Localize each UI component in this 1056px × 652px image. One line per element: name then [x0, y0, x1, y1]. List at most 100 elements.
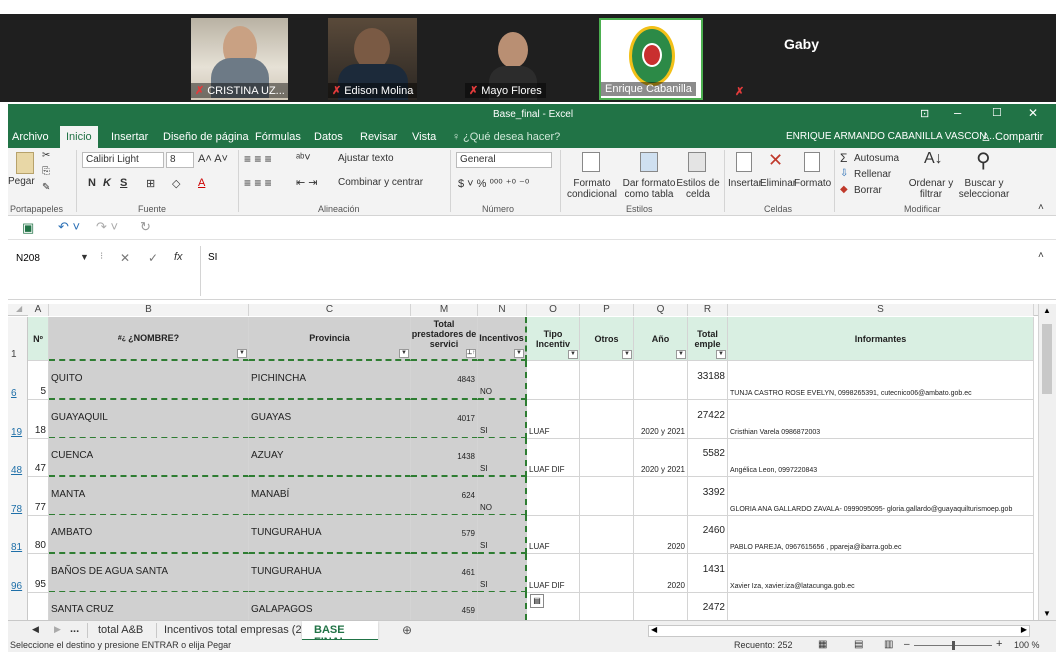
borders-icon[interactable]: ⊞: [146, 177, 155, 190]
worksheet-grid[interactable]: ◢ A B C M N O P Q R S 1 Nº #¿ ¿NOMBRE? ▼ P…: [8, 304, 1056, 620]
table-cell[interactable]: LUAF DIF: [527, 438, 580, 477]
paste-options-icon[interactable]: ▤: [530, 594, 544, 608]
header-cell-nombre[interactable]: #¿ ¿NOMBRE? ▼: [49, 317, 249, 361]
ribbon-display-icon[interactable]: ⊡: [920, 107, 929, 120]
table-cell[interactable]: PICHINCHA: [249, 361, 411, 400]
tab-archivo[interactable]: Archivo: [12, 131, 49, 143]
sort-filter-button[interactable]: Ordenar y filtrar: [906, 178, 956, 200]
table-cell[interactable]: LUAF: [527, 400, 580, 439]
next-sheet-icon[interactable]: ▶: [54, 624, 61, 635]
enter-icon[interactable]: ✓: [148, 251, 158, 265]
participant-tile-active[interactable]: Enrique Cabanilla: [599, 18, 703, 100]
delete-cells-icon[interactable]: ✕: [768, 150, 783, 171]
formula-input[interactable]: SI: [208, 252, 217, 263]
row-header[interactable]: 81: [8, 515, 28, 554]
filter-dropdown-icon[interactable]: ▼: [622, 350, 632, 359]
table-cell[interactable]: SI: [478, 400, 527, 439]
select-all-corner[interactable]: ◢: [16, 304, 22, 313]
scroll-thumb[interactable]: [1042, 324, 1052, 394]
table-cell[interactable]: [634, 592, 688, 620]
row-header[interactable]: 1: [8, 317, 28, 361]
horizontal-scrollbar[interactable]: ◀ ▶: [648, 625, 1030, 637]
header-cell-ano[interactable]: Año ▼: [634, 317, 688, 361]
undo-icon[interactable]: ↶ ˅: [58, 219, 80, 235]
wrap-text-button[interactable]: Ajustar texto: [338, 153, 394, 164]
format-table-button[interactable]: Dar formato como tabla: [620, 178, 678, 200]
copy-icon[interactable]: ⎘: [42, 166, 50, 177]
table-cell[interactable]: 33188: [688, 361, 728, 400]
header-cell-total-prestadores[interactable]: Total prestadores de servici ⊥↑: [411, 317, 478, 361]
conditional-format-icon[interactable]: [582, 152, 600, 172]
participant-tile[interactable]: ✗ Mayo Flores: [465, 18, 562, 100]
search-icon[interactable]: ⚲: [976, 148, 991, 173]
italic-icon[interactable]: K: [103, 177, 111, 189]
repeat-icon[interactable]: ↻: [140, 219, 151, 235]
row-header[interactable]: [8, 592, 28, 620]
table-cell[interactable]: OTROS PAGOS: [580, 592, 634, 620]
filter-dropdown-icon[interactable]: ▼: [514, 349, 524, 358]
conditional-format-button[interactable]: Formato condicional: [564, 178, 620, 200]
column-header[interactable]: O: [527, 304, 580, 316]
format-painter-icon[interactable]: ✎: [42, 182, 50, 193]
table-cell[interactable]: MANABÍ: [249, 477, 411, 516]
table-cell[interactable]: CUENCA: [49, 438, 249, 477]
fill-icon[interactable]: ⇩: [840, 168, 848, 179]
table-cell[interactable]: 4843: [411, 361, 478, 400]
cell-styles-icon[interactable]: [688, 152, 706, 172]
table-cell[interactable]: 2472: [688, 592, 728, 620]
share-icon[interactable]: ♙: [981, 131, 991, 144]
table-cell[interactable]: [527, 477, 580, 516]
page-layout-icon[interactable]: ▤: [854, 639, 863, 650]
table-cell[interactable]: LUAF: [527, 515, 580, 554]
table-cell[interactable]: GLORIA ANA GALLARDO ZAVALA- 0999095095- …: [728, 477, 1034, 516]
filter-dropdown-icon[interactable]: ▼: [568, 350, 578, 359]
table-cell[interactable]: TUNGURAHUA: [249, 515, 411, 554]
indent-icon[interactable]: ⇤ ⇥: [296, 176, 318, 189]
table-cell[interactable]: GUAYAS: [249, 400, 411, 439]
table-cell[interactable]: SANTA CRUZ: [49, 592, 249, 620]
table-cell[interactable]: 2460: [688, 515, 728, 554]
table-cell[interactable]: [527, 361, 580, 400]
font-color-icon[interactable]: A: [198, 177, 205, 189]
filter-dropdown-icon[interactable]: ▼: [716, 350, 726, 359]
prev-sheet-icon[interactable]: ◀: [32, 624, 39, 635]
find-select-button[interactable]: Buscar y seleccionar: [956, 178, 1012, 200]
header-cell-otros[interactable]: Otros ▼: [580, 317, 634, 361]
redo-icon[interactable]: ↷ ˅: [96, 219, 118, 235]
paste-button[interactable]: Pegar: [8, 176, 35, 187]
table-cell[interactable]: 77: [28, 477, 49, 516]
minimize-button[interactable]: –: [954, 105, 961, 120]
underline-icon[interactable]: S: [120, 177, 127, 189]
sheet-tab[interactable]: Incentivos total empresas (2): [164, 624, 305, 636]
column-header[interactable]: Q: [634, 304, 688, 316]
sheet-tab-active[interactable]: BASE FINAL: [302, 621, 378, 648]
table-cell[interactable]: 27422: [688, 400, 728, 439]
clipboard-icon[interactable]: [16, 152, 34, 174]
insert-cells-icon[interactable]: [736, 152, 752, 172]
table-cell[interactable]: GALAPAGOS: [249, 592, 411, 620]
font-size-select[interactable]: 8: [166, 152, 194, 168]
header-cell-provincia[interactable]: Provincia ▼: [249, 317, 411, 361]
table-cell[interactable]: 1438: [411, 438, 478, 477]
tab-vista[interactable]: Vista: [412, 131, 436, 143]
page-break-icon[interactable]: ▥: [884, 639, 893, 650]
table-cell[interactable]: 2020: [634, 515, 688, 554]
add-sheet-icon[interactable]: ⊕: [402, 623, 412, 637]
table-cell[interactable]: Xavier Iza, xavier.iza@latacunga.gob.ec: [728, 554, 1034, 593]
table-cell[interactable]: 579: [411, 515, 478, 554]
row-header[interactable]: 96: [8, 554, 28, 593]
tab-diseno[interactable]: Diseño de página: [163, 131, 249, 143]
autosum-button[interactable]: Autosuma: [854, 153, 899, 164]
table-cell[interactable]: [478, 592, 527, 620]
vertical-scrollbar[interactable]: ▲ ▼: [1038, 304, 1056, 620]
scroll-up-icon[interactable]: ▲: [1043, 306, 1051, 315]
table-cell[interactable]: SI: [478, 554, 527, 593]
row-header[interactable]: 78: [8, 477, 28, 516]
tab-formulas[interactable]: Fórmulas: [255, 131, 301, 143]
table-cell[interactable]: [580, 438, 634, 477]
name-box[interactable]: N208: [14, 250, 90, 268]
zoom-out-icon[interactable]: –: [904, 639, 910, 650]
table-cell[interactable]: [28, 592, 49, 620]
scroll-down-icon[interactable]: ▼: [1043, 609, 1051, 618]
table-cell[interactable]: TUNGURAHUA: [249, 554, 411, 593]
